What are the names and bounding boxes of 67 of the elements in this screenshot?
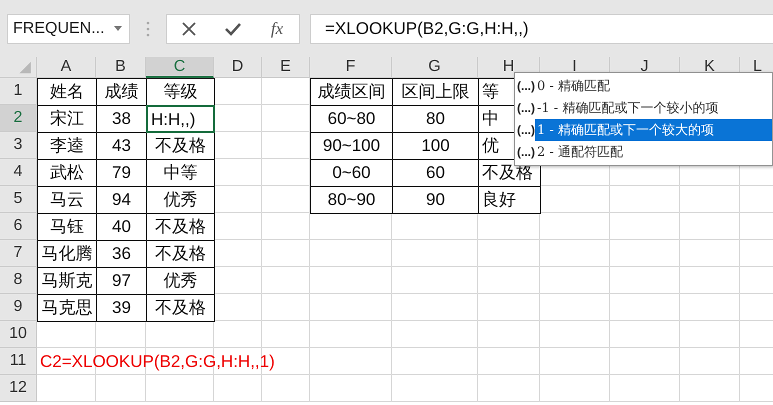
table-cell: 李逵: [37, 132, 97, 160]
row-header[interactable]: 12: [0, 375, 37, 402]
row-header[interactable]: 7: [0, 240, 37, 267]
table-cell: 100: [392, 132, 479, 160]
table-cell: 不及格: [146, 240, 215, 268]
table-cell: 成绩: [96, 78, 147, 106]
table-cell: 60~80: [310, 105, 393, 133]
table-cell: 良好: [478, 186, 541, 214]
column-header[interactable]: A: [37, 57, 96, 78]
table-cell: 97: [96, 267, 147, 295]
table-cell: 60: [392, 159, 479, 187]
table-cell: 宋江: [37, 105, 97, 133]
table-cell: 等级: [146, 78, 215, 106]
parameter-icon: (...): [517, 79, 535, 93]
table-cell: 39: [96, 294, 147, 322]
row-header[interactable]: 1: [0, 78, 37, 105]
table-cell: 马克思: [37, 294, 97, 322]
name-box[interactable]: FREQUEN...: [7, 14, 130, 44]
table-cell: 80~90: [310, 186, 393, 214]
table-cell: 姓名: [37, 78, 97, 106]
column-header[interactable]: C: [146, 57, 214, 78]
formula-field[interactable]: =XLOOKUP(B2,G:G,H:H,,): [310, 14, 773, 44]
table-cell: 90~100: [310, 132, 393, 160]
table-cell: 优秀: [146, 267, 215, 295]
column-header[interactable]: G: [392, 57, 478, 78]
table-cell: 不及格: [146, 294, 215, 322]
table-cell: 区间上限: [392, 78, 479, 106]
table-cell: 90: [392, 186, 479, 214]
table-cell: 40: [96, 213, 147, 241]
grip-icon[interactable]: [146, 20, 150, 36]
row-header[interactable]: 11: [0, 348, 37, 375]
table-cell: 中等: [146, 159, 215, 187]
formula-note: C2=XLOOKUP(B2,G:G,H:H,,1): [39, 351, 275, 373]
table-cell: 94: [96, 186, 147, 214]
table-cell: 马钰: [37, 213, 97, 241]
table-cell: 成绩区间: [310, 78, 393, 106]
column-header[interactable]: D: [214, 57, 262, 78]
table-cell: 79: [96, 159, 147, 187]
table-cell: 38: [96, 105, 147, 133]
table-cell: 43: [96, 132, 147, 160]
table-cell: 马化腾: [37, 240, 97, 268]
row-header[interactable]: 10: [0, 321, 37, 348]
column-header[interactable]: E: [262, 57, 310, 78]
table-cell: H:H,,): [146, 105, 215, 133]
row-header[interactable]: 8: [0, 267, 37, 294]
table-cell: 36: [96, 240, 147, 268]
table-cell: 优秀: [146, 186, 215, 214]
caret-icon: [114, 26, 122, 31]
table-cell: 不及格: [146, 132, 215, 160]
row-header[interactable]: 2: [0, 105, 37, 132]
row-header[interactable]: 5: [0, 186, 37, 213]
option-label: 1 - 精确匹配或下一个较大的项: [535, 119, 772, 141]
table-cell: 马云: [37, 186, 97, 214]
table-cell: 不及格: [146, 213, 215, 241]
parameter-icon: (...): [517, 145, 535, 159]
row-header[interactable]: 6: [0, 213, 37, 240]
column-header[interactable]: B: [96, 57, 146, 78]
table-cell: 0~60: [310, 159, 393, 187]
row-header[interactable]: 3: [0, 132, 37, 159]
check-icon: [224, 20, 242, 36]
row-header[interactable]: 9: [0, 294, 37, 321]
table-cell: 马斯克: [37, 267, 97, 295]
table-cell: 武松: [37, 159, 97, 187]
close-icon: [181, 20, 197, 36]
column-header[interactable]: F: [310, 57, 392, 78]
row-header[interactable]: 4: [0, 159, 37, 186]
table-cell: 80: [392, 105, 479, 133]
